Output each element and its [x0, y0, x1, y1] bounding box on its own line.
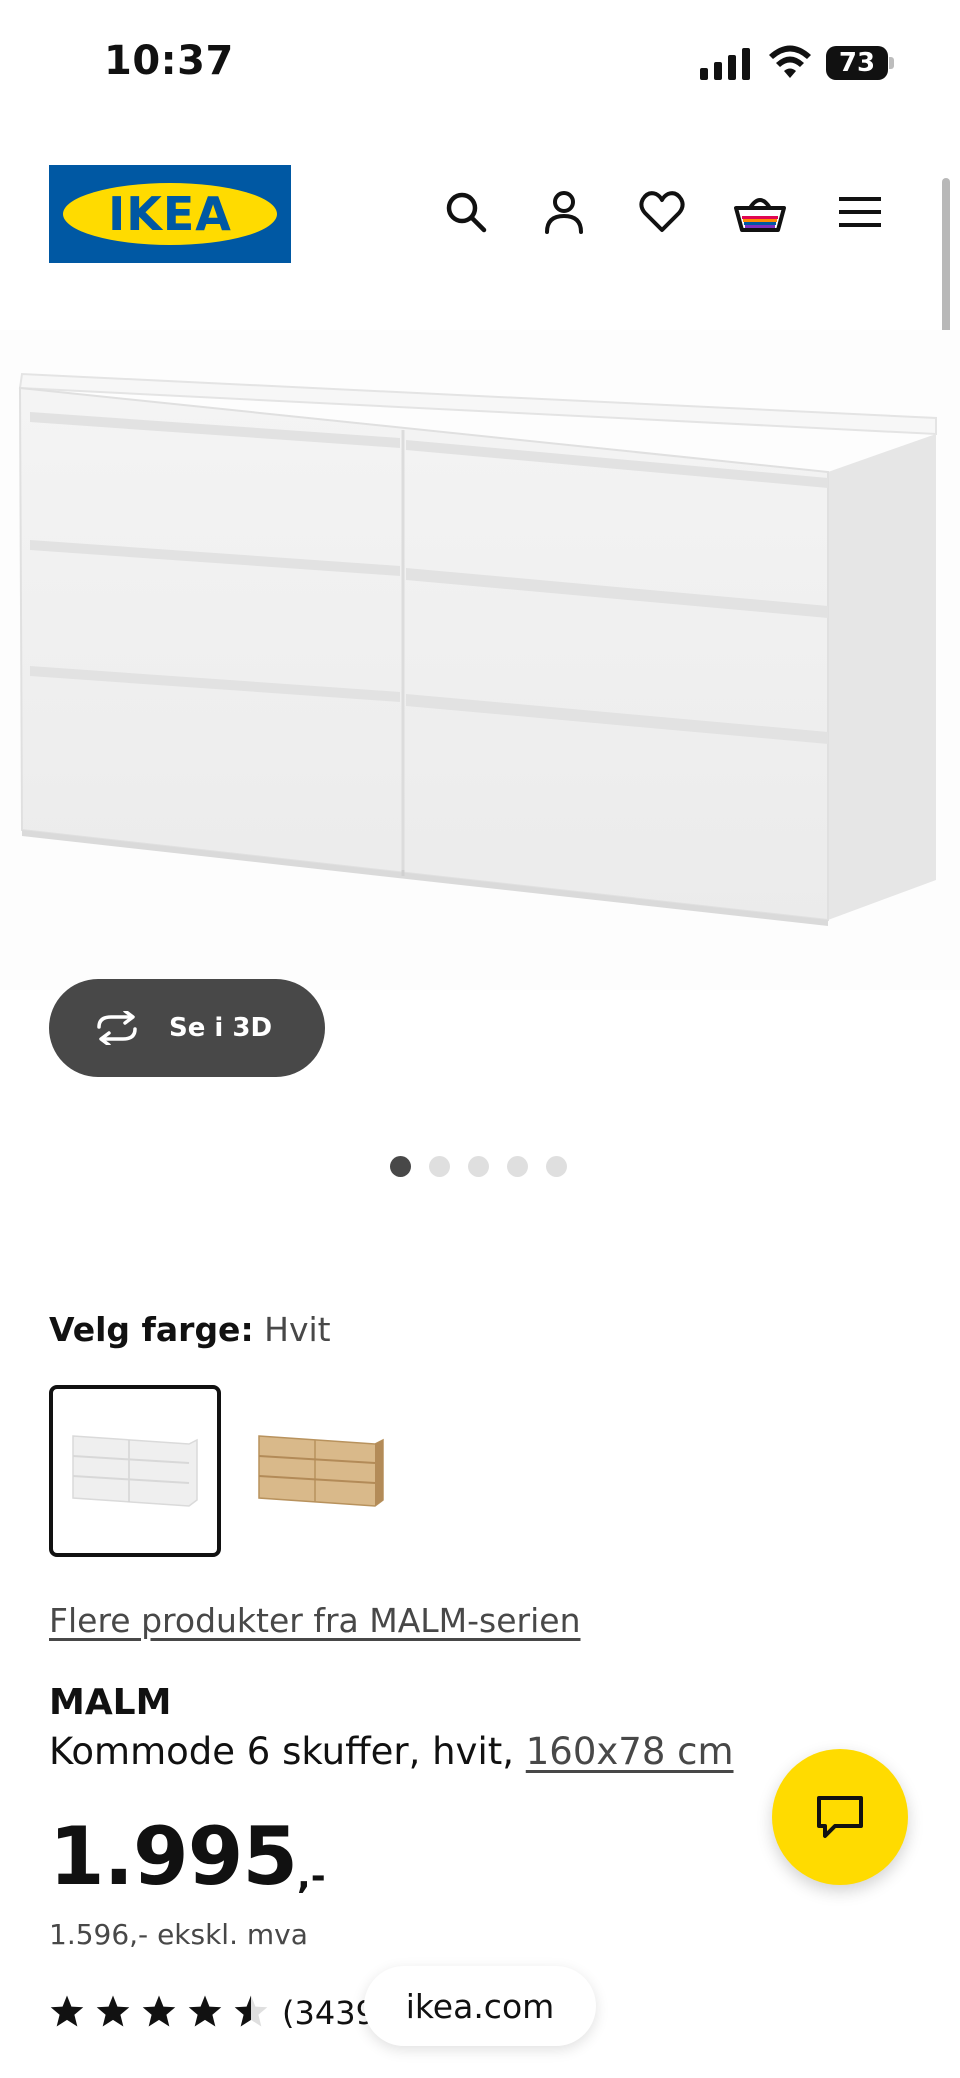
product-dimensions-link[interactable]: 160x78 cm [526, 1730, 734, 1773]
ikea-logo[interactable]: IKEA [49, 165, 291, 263]
price-excl-vat: 1.596,- ekskl. mva [49, 1918, 308, 1951]
color-label-prefix: Velg farge: [49, 1310, 254, 1349]
product-image[interactable] [0, 330, 960, 990]
browser-url: ikea.com [405, 1986, 555, 2026]
color-selector-label: Velg farge: Hvit [49, 1310, 331, 1349]
browser-url-bar[interactable]: ikea.com [364, 1966, 596, 2046]
series-link[interactable]: Flere produkter fra MALM-serien [49, 1601, 581, 1640]
cellular-signal-icon [700, 48, 750, 80]
carousel-dots [390, 1156, 567, 1177]
star-icon [142, 1995, 176, 2027]
rating-stars[interactable] [49, 1994, 269, 2028]
oak-dresser-thumbnail [258, 1435, 384, 1507]
half-star-icon [234, 1995, 268, 2027]
price-main: 1.995 [49, 1810, 298, 1903]
swatch-oak[interactable] [235, 1385, 407, 1557]
battery-icon: 73 [826, 46, 894, 80]
carousel-dot-3[interactable] [468, 1156, 489, 1177]
chat-button[interactable] [772, 1749, 908, 1885]
star-icon [96, 1995, 130, 2027]
wifi-icon [769, 45, 811, 78]
see-in-3d-label: Se i 3D [169, 1013, 273, 1043]
product-description-text: Kommode 6 skuffer, hvit, [49, 1730, 514, 1773]
swatch-white[interactable] [49, 1385, 221, 1557]
review-count[interactable]: (3439 [282, 1994, 376, 2032]
chat-icon [817, 1796, 863, 1838]
product-name: MALM [49, 1682, 172, 1723]
product-description: Kommode 6 skuffer, hvit, 160x78 cm [49, 1730, 734, 1773]
star-icon [188, 1995, 222, 2027]
basket-icon[interactable] [734, 186, 786, 238]
carousel-dot-2[interactable] [429, 1156, 450, 1177]
rotate-3d-icon [97, 1011, 137, 1045]
battery-level: 73 [838, 48, 876, 78]
search-icon[interactable] [440, 186, 492, 238]
status-time: 10:37 [104, 38, 234, 84]
product-price: 1.995 ,- [49, 1812, 326, 1902]
see-in-3d-button[interactable]: Se i 3D [49, 979, 325, 1077]
color-value: Hvit [264, 1310, 331, 1349]
carousel-dot-4[interactable] [507, 1156, 528, 1177]
status-bar: 10:37 73 [0, 0, 960, 120]
carousel-dot-1[interactable] [390, 1156, 411, 1177]
heart-icon[interactable] [636, 186, 688, 238]
account-icon[interactable] [538, 186, 590, 238]
price-suffix: ,- [297, 1856, 326, 1897]
star-icon [50, 1995, 84, 2027]
logo-text: IKEA [108, 187, 232, 241]
menu-icon[interactable] [834, 186, 886, 238]
white-dresser-thumbnail [72, 1435, 198, 1507]
carousel-dot-5[interactable] [546, 1156, 567, 1177]
